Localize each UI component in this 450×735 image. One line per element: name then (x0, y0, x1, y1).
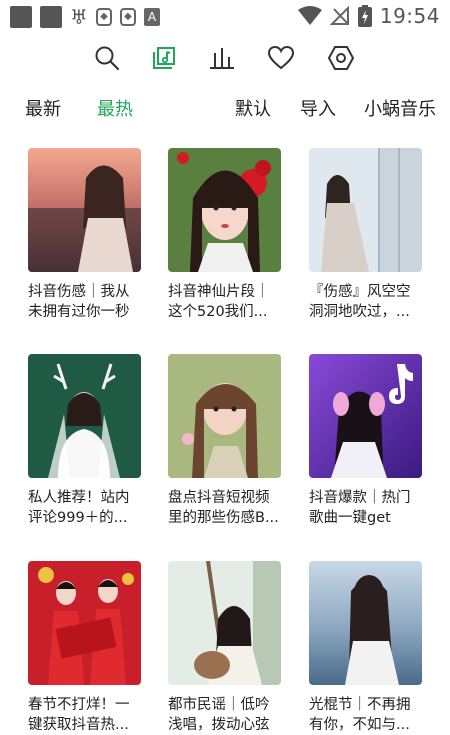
playlist-card[interactable]: 『伤感』风空空洞洞地吹过，... (309, 148, 422, 322)
playlist-title: 抖音神仙片段｜这个520我们... (168, 284, 270, 320)
music-library-button[interactable] (146, 40, 182, 76)
music-note-icon (153, 47, 175, 69)
shield-icon: ◆ (119, 8, 136, 26)
playlist-title: 私人推荐！站内评论999＋的... (28, 490, 130, 526)
shield-icon: ◆ (95, 8, 112, 26)
playlist-cover (309, 354, 422, 478)
playlist-cover (28, 148, 141, 272)
playlist-card[interactable]: 私人推荐！站内评论999＋的... (28, 354, 141, 528)
playlist-card[interactable]: 抖音爆款｜热门歌曲一键get (309, 354, 422, 528)
playlist-title: 抖音爆款｜热门歌曲一键get (309, 490, 411, 526)
playlist-title: 光棍节｜不再拥有你，不如与... (309, 697, 411, 733)
playlist-card[interactable]: 盘点抖音短视频里的那些伤感B... (168, 354, 281, 528)
playlist-title: 抖音伤感｜我从未拥有过你一秒 (28, 284, 130, 320)
playlist-cover (168, 561, 281, 685)
tab-hottest[interactable]: 最热 (97, 92, 133, 128)
playlist-card[interactable]: 光棍节｜不再拥有你，不如与... (309, 561, 422, 735)
search-icon (95, 46, 120, 71)
notification-square-icon (10, 6, 32, 28)
playlist-cover (28, 354, 141, 478)
playlist-card[interactable]: 抖音伤感｜我从未拥有过你一秒 (28, 148, 141, 322)
status-right-icons: 19:54 (297, 4, 440, 28)
status-bar: ♅ ◆ ◆ A 19:54 (0, 0, 450, 34)
heart-icon (267, 45, 295, 70)
playlist-title: 都市民谣｜低吟浅唱，拨动心弦 (168, 697, 270, 733)
status-left-icons: ♅ ◆ ◆ A (10, 6, 160, 28)
tab-snail-music[interactable]: 小蜗音乐 (364, 92, 436, 128)
settings-button[interactable] (323, 40, 359, 76)
category-tabs: 最新 最热 默认 导入 小蜗音乐 (0, 92, 450, 128)
playlist-cover (309, 561, 422, 685)
playlist-card[interactable]: 春节不打烊！一键获取抖音热... (28, 561, 141, 735)
top-toolbar (0, 40, 450, 80)
favorites-button[interactable] (263, 40, 299, 76)
app-notification-icon: ♅ (70, 5, 88, 29)
playlist-cover (28, 561, 141, 685)
battery-charging-icon (357, 5, 372, 27)
playlist-cover (168, 148, 281, 272)
bar-chart-icon (210, 48, 234, 69)
playlist-title: 『伤感』风空空洞洞地吹过，... (309, 284, 411, 320)
playlist-title: 盘点抖音短视频里的那些伤感B... (168, 490, 279, 526)
playlist-cover (309, 148, 422, 272)
playlist-card[interactable]: 抖音神仙片段｜这个520我们... (168, 148, 281, 322)
tab-newest[interactable]: 最新 (25, 92, 61, 128)
playlist-cover (168, 354, 281, 478)
a-notification-icon: A (143, 8, 160, 26)
tab-import[interactable]: 导入 (300, 92, 336, 128)
charts-button[interactable] (204, 40, 240, 76)
settings-hexagon-icon (327, 46, 355, 70)
clock: 19:54 (379, 4, 440, 28)
playlist-card[interactable]: 都市民谣｜低吟浅唱，拨动心弦 (168, 561, 281, 735)
wifi-icon (297, 6, 322, 25)
tab-default[interactable]: 默认 (235, 92, 271, 128)
search-button[interactable] (89, 40, 125, 76)
notification-square-icon (40, 6, 62, 28)
playlist-title: 春节不打烊！一键获取抖音热... (28, 697, 130, 733)
no-signal-icon (329, 6, 349, 25)
